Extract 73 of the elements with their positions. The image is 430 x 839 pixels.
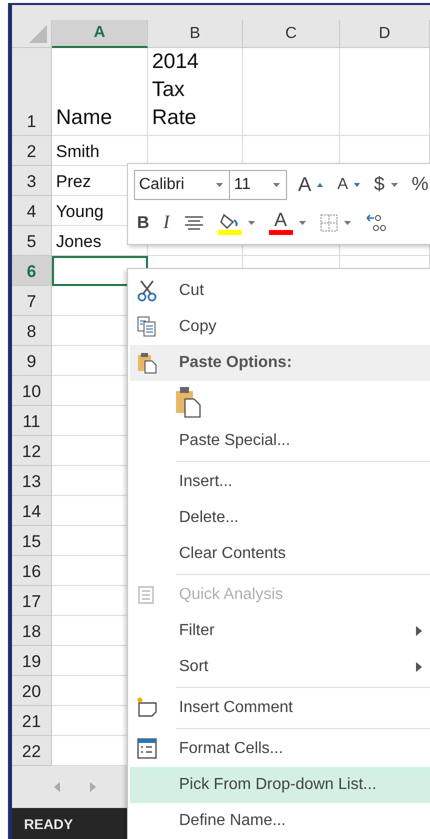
italic-button[interactable]: I	[160, 212, 173, 234]
caret-icon	[298, 221, 306, 225]
row-header[interactable]: 5	[12, 226, 52, 256]
caret-icon	[248, 221, 255, 225]
row-header[interactable]: 17	[12, 586, 52, 616]
menu-item[interactable]: Paste Special...	[130, 423, 430, 459]
up-triangle-icon	[317, 183, 324, 187]
row-header[interactable]: 21	[12, 706, 52, 736]
clipboard-icon	[137, 352, 157, 374]
percent-button[interactable]: %	[408, 174, 430, 196]
row-header[interactable]: 20	[12, 676, 52, 706]
row-header[interactable]: 13	[12, 466, 52, 496]
scroll-right-icon	[90, 782, 96, 792]
menu-item[interactable]: Clear Contents	[130, 536, 430, 572]
column-header[interactable]: B	[148, 20, 243, 48]
clipboard-icon	[175, 386, 201, 418]
note-icon	[137, 697, 157, 719]
font-color-button[interactable]: A	[266, 212, 309, 234]
row-header[interactable]: 2	[12, 136, 52, 166]
caret-icon	[344, 221, 351, 225]
paste-button[interactable]	[175, 386, 201, 418]
row-header[interactable]: 14	[12, 496, 52, 526]
menu-item[interactable]: Copy	[130, 309, 430, 345]
decimal-arrow-icon	[364, 214, 387, 232]
caret-icon	[216, 183, 223, 187]
menu-item[interactable]: Delete...	[130, 500, 430, 536]
menu-item[interactable]: Sort	[130, 649, 430, 685]
borders-icon	[320, 214, 338, 232]
menu-item[interactable]: Insert...	[130, 464, 430, 500]
row-header[interactable]: 19	[12, 646, 52, 676]
menu-item[interactable]: Define Name...	[130, 803, 430, 839]
menu-item[interactable]: Cut	[130, 273, 430, 309]
down-triangle-icon	[354, 183, 360, 187]
menu-item[interactable]: Insert Comment	[130, 690, 430, 726]
column-header[interactable]: D	[340, 20, 430, 48]
menu-item[interactable]: Format Cells...	[130, 731, 430, 767]
row-header[interactable]: 1	[12, 48, 52, 136]
caret-icon	[273, 183, 280, 187]
table-cell: 2014 Tax Rate	[148, 48, 243, 136]
row-header[interactable]: 4	[12, 196, 52, 226]
scroll-left-icon	[54, 782, 60, 792]
row-header[interactable]: 9	[12, 346, 52, 376]
window-icon	[137, 738, 157, 760]
menu-header: Paste Options:	[130, 345, 430, 381]
row-header[interactable]: 18	[12, 616, 52, 646]
font-size-dropdown[interactable]: 11	[229, 170, 287, 200]
align-icon	[184, 215, 204, 231]
caret-icon	[390, 183, 398, 187]
row-header[interactable]: 22	[12, 736, 52, 766]
menu-item[interactable]: Filter	[130, 613, 430, 649]
row-header[interactable]: 16	[12, 556, 52, 586]
column-header[interactable]: C	[243, 20, 340, 48]
paint-bucket-icon	[218, 211, 242, 235]
column-header[interactable]: A	[52, 20, 148, 48]
row-header[interactable]: 15	[12, 526, 52, 556]
currency-button[interactable]: $	[371, 174, 401, 196]
status-text: READY	[24, 816, 74, 832]
font-dropdown[interactable]: Calibri	[134, 170, 230, 200]
shrink-font-button[interactable]: A	[334, 176, 364, 194]
row-header[interactable]: 11	[12, 406, 52, 436]
select-all-icon	[29, 25, 47, 43]
row-header[interactable]: 8	[12, 316, 52, 346]
row-header[interactable]: 7	[12, 286, 52, 316]
menu-item[interactable]: Pick From Drop-down List...	[130, 767, 430, 803]
cut-icon	[137, 280, 157, 302]
row-header[interactable]: 12	[12, 436, 52, 466]
selected-cell[interactable]	[52, 256, 148, 286]
copy-icon	[137, 316, 157, 338]
grow-font-button[interactable]: A	[295, 174, 326, 196]
table-cell: Name	[52, 48, 148, 136]
row-header[interactable]: 10	[12, 376, 52, 406]
row-header[interactable]: 3	[12, 166, 52, 196]
row-header[interactable]: 6	[12, 256, 52, 286]
